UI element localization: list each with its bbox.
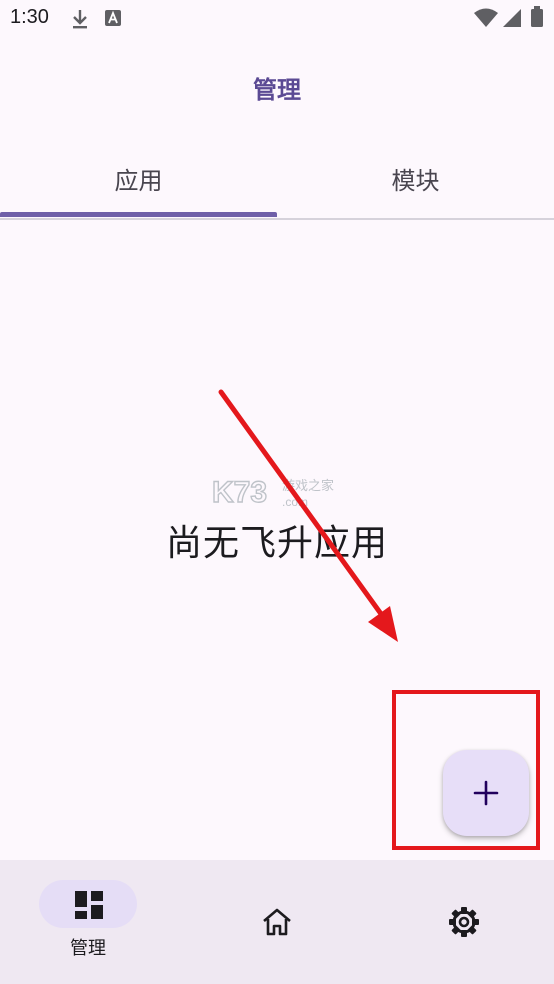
plus-icon bbox=[473, 780, 499, 806]
wifi-icon bbox=[474, 8, 498, 27]
nav-item-manage[interactable]: 管理 bbox=[0, 860, 184, 984]
watermark-suffix: .com bbox=[282, 495, 308, 509]
battery-icon bbox=[531, 6, 543, 27]
home-icon bbox=[263, 908, 291, 936]
nav-item-settings[interactable] bbox=[370, 860, 554, 984]
nav-item-home[interactable] bbox=[185, 860, 369, 984]
download-icon bbox=[73, 10, 87, 29]
watermark-subtext: 游戏之家 bbox=[282, 478, 334, 494]
cell-signal-icon bbox=[503, 9, 521, 27]
bottom-navigation: 管理 bbox=[0, 860, 554, 984]
top-app-bar: 管理 bbox=[0, 36, 554, 140]
add-app-fab[interactable] bbox=[443, 750, 529, 836]
tab-modules[interactable]: 模块 bbox=[277, 140, 554, 216]
tab-apps[interactable]: 应用 bbox=[0, 140, 277, 216]
watermark-logo: K73 游戏之家 .com bbox=[211, 475, 334, 509]
tab-indicator bbox=[0, 212, 277, 217]
tab-bar: 应用 模块 bbox=[0, 140, 554, 220]
dashboard-icon bbox=[75, 891, 103, 919]
page-title: 管理 bbox=[253, 76, 301, 104]
gear-icon bbox=[449, 907, 479, 937]
tab-apps-label: 应用 bbox=[114, 166, 163, 195]
watermark-k73: K73 bbox=[212, 476, 267, 509]
empty-state-text: 尚无飞升应用 bbox=[165, 523, 388, 564]
status-bar: 1:30 bbox=[0, 0, 554, 36]
tab-modules-label: 模块 bbox=[391, 166, 440, 195]
status-time: 1:30 bbox=[10, 6, 49, 28]
nav-label-manage: 管理 bbox=[70, 938, 106, 959]
a-letter-icon bbox=[105, 10, 121, 26]
